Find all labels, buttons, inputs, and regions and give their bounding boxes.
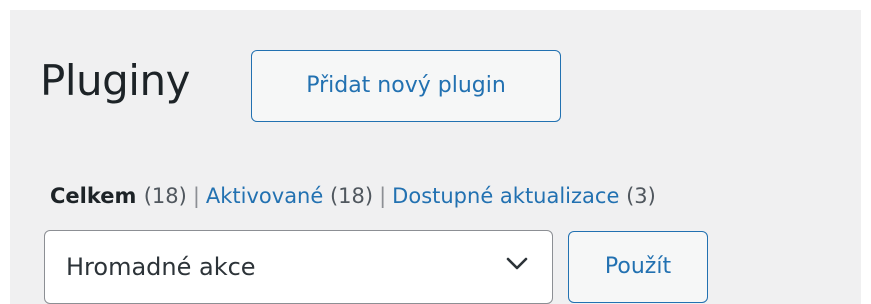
apply-bulk-action-button[interactable]: Použít [568, 231, 708, 303]
filter-separator: | [192, 184, 200, 208]
filter-all-count: (18) [143, 184, 187, 208]
filter-active-label: Aktivované [205, 184, 324, 208]
plugins-page: Pluginy Přidat nový plugin Celkem (18) | A… [10, 10, 861, 304]
filter-updates-label: Dostupné aktualizace [392, 184, 620, 208]
filter-updates-link[interactable]: Dostupné aktualizace (3) [392, 184, 656, 208]
bulk-actions-select[interactable]: Hromadné akce [44, 230, 553, 304]
filter-updates-count: (3) [626, 184, 656, 208]
filter-all-link[interactable]: Celkem (18) [50, 184, 187, 208]
chevron-down-icon [506, 257, 528, 270]
page-title: Pluginy [40, 56, 190, 105]
filter-all-label: Celkem [50, 184, 137, 208]
filter-separator: | [379, 184, 387, 208]
filter-active-link[interactable]: Aktivované (18) [206, 184, 373, 208]
add-new-plugin-button[interactable]: Přidat nový plugin [251, 50, 561, 122]
plugin-status-filters: Celkem (18) | Aktivované (18) | Dostupné akt… [50, 182, 656, 210]
filter-active-count: (18) [329, 184, 374, 208]
bulk-actions-selected-value: Hromadné akce [66, 253, 256, 281]
